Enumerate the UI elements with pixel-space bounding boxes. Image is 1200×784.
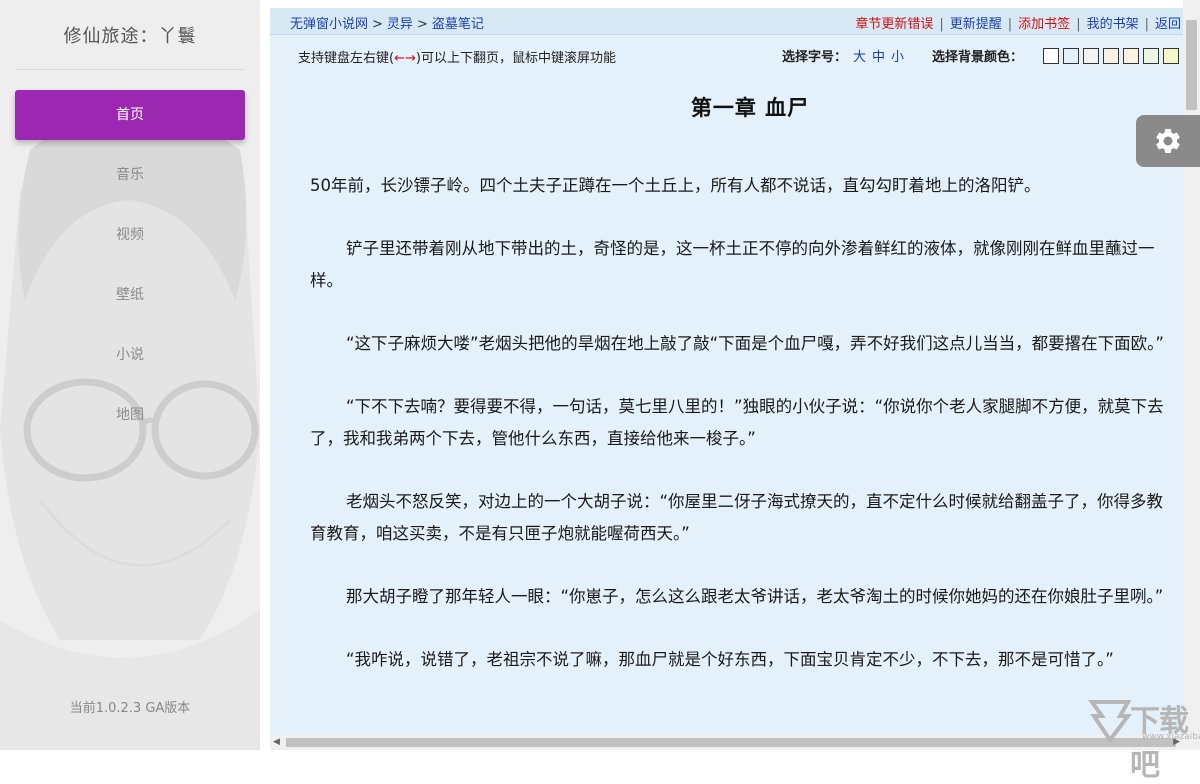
breadcrumb-separator: > — [372, 17, 383, 32]
breadcrumb: 无弹窗小说网 > 灵异 > 盗墓笔记 — [290, 13, 484, 32]
title-divider — [15, 69, 245, 70]
paragraph: 老烟头不怒反笑，对边上的一个大胡子说：“你屋里二伢子海式撩天的，直不定什么时候就… — [310, 492, 1164, 543]
version-label: 当前1.0.2.3 GA版本 — [69, 701, 191, 716]
breadcrumb-category[interactable]: 灵异 — [387, 17, 413, 32]
bg-color-label: 选择背景颜色： — [932, 50, 1024, 65]
bg-color-swatch[interactable] — [1143, 48, 1159, 64]
settings-button[interactable] — [1136, 115, 1200, 167]
bg-color-swatch[interactable] — [1083, 48, 1099, 64]
horizontal-scrollbar[interactable]: ◀ ▶ — [270, 735, 1183, 750]
paragraph: 铲子里还带着刚从地下带出的土，奇怪的是，这一杯土正不停的向外渗着鲜红的液体，就像… — [310, 239, 1155, 290]
add-bookmark-link[interactable]: 添加书签 — [1018, 17, 1070, 32]
scroll-left-arrow-icon[interactable]: ◀ — [273, 737, 280, 748]
breadcrumb-book[interactable]: 盗墓笔记 — [432, 17, 484, 32]
hint-arrows: ←→ — [394, 51, 416, 66]
sidebar: 修仙旅途：丫鬟 首页 音乐 视频 壁纸 小说 地图 当前1.0.2.3 GA版本 — [0, 0, 260, 750]
breadcrumb-site[interactable]: 无弹窗小说网 — [290, 17, 368, 32]
horizontal-scroll-thumb[interactable] — [286, 738, 1176, 747]
sidebar-item-video[interactable]: 视频 — [15, 210, 245, 260]
bg-color-swatch[interactable] — [1163, 48, 1179, 64]
main-panel: 无弹窗小说网 > 灵异 > 盗墓笔记 章节更新错误 | 更新提醒 | 添加书签 | 我的书架 | 返回 … — [260, 0, 1200, 750]
sidebar-item-novel[interactable]: 小说 — [15, 330, 245, 380]
bg-color-swatch[interactable] — [1063, 48, 1079, 64]
link-separator: | — [1076, 17, 1081, 32]
font-size-selector: 选择字号： 大中小 — [782, 46, 904, 65]
font-size-small[interactable]: 小 — [891, 50, 904, 65]
my-bookshelf-link[interactable]: 我的书架 — [1087, 17, 1139, 32]
sidebar-nav: 首页 音乐 视频 壁纸 小说 地图 — [0, 90, 260, 450]
breadcrumb-separator: > — [416, 17, 428, 32]
reader-topbar: 无弹窗小说网 > 灵异 > 盗墓笔记 章节更新错误 | 更新提醒 | 添加书签 | 我的书架 | 返回 — [270, 8, 1183, 35]
back-link[interactable]: 返回 — [1155, 17, 1181, 32]
scroll-right-arrow-icon[interactable]: ▶ — [1173, 737, 1180, 748]
font-size-large[interactable]: 大 — [853, 50, 866, 65]
paragraph: “下不下去喃？要得要不得，一句话，莫七里八里的！”独眼的小伙子说：“你说你个老人… — [310, 397, 1164, 448]
app-title: 修仙旅途：丫鬟 — [63, 26, 197, 47]
hint-suffix: )可以上下翻页，鼠标中键滚屏功能 — [415, 51, 616, 66]
sidebar-item-home[interactable]: 首页 — [15, 90, 245, 140]
bg-color-swatches — [1043, 48, 1183, 64]
sidebar-item-music[interactable]: 音乐 — [15, 150, 245, 200]
chapter-title: 第一章 血尸 — [690, 96, 810, 120]
paragraph: “我咋说，说错了，老祖宗不说了嘛，那血尸就是个好东西，下面宝贝肯定不少，不下去，… — [346, 650, 1114, 669]
link-separator: | — [939, 17, 944, 32]
gear-icon — [1156, 128, 1180, 153]
sidebar-item-wallpaper[interactable]: 壁纸 — [15, 270, 245, 320]
link-separator: | — [1144, 17, 1149, 32]
report-chapter-error-link[interactable]: 章节更新错误 — [855, 17, 933, 32]
paragraph: 50年前，长沙镖子岭。四个土夫子正蹲在一个土丘上，所有人都不说话，直勾勾盯着地上… — [310, 176, 1041, 195]
vertical-scrollbar[interactable] — [1183, 0, 1200, 750]
reader-top-links: 章节更新错误 | 更新提醒 | 添加书签 | 我的书架 | 返回 — [855, 13, 1181, 32]
bg-color-swatch[interactable] — [1103, 48, 1119, 64]
keyboard-hint: 支持键盘左右键(←→)可以上下翻页，鼠标中键滚屏功能 — [298, 47, 616, 66]
hint-prefix: 支持键盘左右键( — [298, 51, 395, 66]
paragraph: “这下子麻烦大喽”老烟头把他的旱烟在地上敲了敲“下面是个血尸嘎，弄不好我们这点儿… — [346, 334, 1164, 353]
link-separator: | — [1007, 17, 1013, 32]
sidebar-item-map[interactable]: 地图 — [15, 390, 245, 440]
font-size-label: 选择字号： — [782, 50, 848, 65]
paragraph: 那大胡子瞪了那年轻人一眼：“你崽子，怎么这么跟老太爷讲话，老太爷淘土的时候你她妈… — [346, 587, 1164, 606]
novel-reader: 无弹窗小说网 > 灵异 > 盗墓笔记 章节更新错误 | 更新提醒 | 添加书签 | 我的书架 | 返回 … — [270, 8, 1183, 735]
update-reminder-link[interactable]: 更新提醒 — [950, 17, 1002, 32]
bg-color-swatch[interactable] — [1043, 48, 1059, 64]
font-size-medium[interactable]: 中 — [872, 50, 885, 65]
vertical-scroll-thumb[interactable] — [1186, 20, 1197, 110]
bg-color-swatch[interactable] — [1123, 48, 1139, 64]
reader-toolbar: 支持键盘左右键(←→)可以上下翻页，鼠标中键滚屏功能 选择字号： 大中小 选择背景… — [270, 44, 1183, 66]
chapter-content: 50年前，长沙镖子岭。四个土夫子正蹲在一个土丘上，所有人都不说话，直勾勾盯着地上… — [310, 170, 1176, 707]
